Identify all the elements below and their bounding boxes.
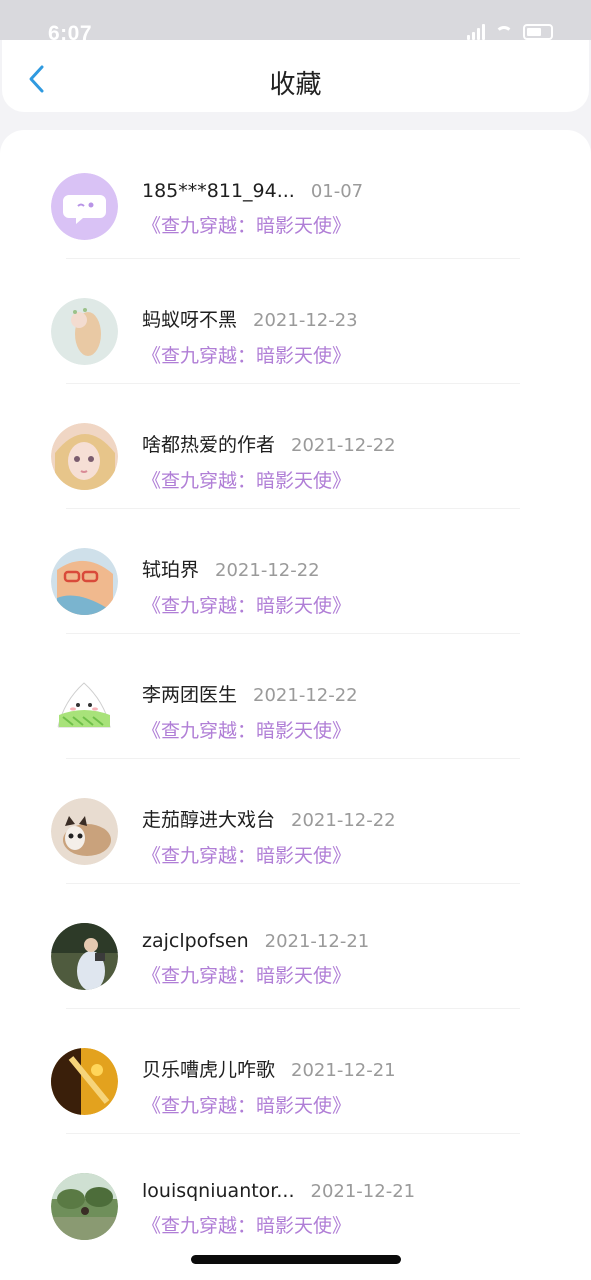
item-info: 蚂蚁呀不黑 2021-12-23 《查九穿越：暗影天使》 — [142, 305, 358, 368]
work-title: 《查九穿越：暗影天使》 — [142, 720, 352, 742]
avatar-image — [51, 423, 118, 490]
list-item[interactable]: 轼珀界 2021-12-22 《查九穿越：暗影天使》 — [0, 505, 591, 634]
list-item[interactable]: 走茄醇进大戏台 2021-12-22 《查九穿越：暗影天使》 — [0, 755, 591, 884]
list-item[interactable]: 贝乐嘈虎儿咋歌 2021-12-21 《查九穿越：暗影天使》 — [0, 1005, 591, 1134]
avatar-image — [51, 1173, 118, 1240]
user-name: 185***811_94... — [142, 180, 295, 202]
item-info: 贝乐嘈虎儿咋歌 2021-12-21 《查九穿越：暗影天使》 — [142, 1055, 396, 1118]
item-info: zajclpofsen 2021-12-21 《查九穿越：暗影天使》 — [142, 930, 369, 988]
item-date: 2021-12-22 — [215, 560, 320, 581]
avatar — [51, 548, 118, 615]
avatar — [51, 423, 118, 490]
list-item[interactable]: 185***811_94... 01-07 《查九穿越：暗影天使》 — [0, 130, 591, 259]
work-title: 《查九穿越：暗影天使》 — [142, 215, 352, 237]
avatar-image — [51, 923, 118, 990]
battery-icon — [523, 24, 553, 40]
user-name: 蚂蚁呀不黑 — [142, 309, 238, 331]
work-title: 《查九穿越：暗影天使》 — [142, 595, 352, 617]
item-date: 2021-12-21 — [264, 931, 370, 952]
user-name: louisqniuantor... — [142, 1180, 295, 1202]
item-info: 走茄醇进大戏台 2021-12-22 《查九穿越：暗影天使》 — [142, 805, 396, 868]
list-item[interactable]: louisqniuantor... 2021-12-21 《查九穿越：暗影天使》 — [0, 1130, 591, 1254]
list-item[interactable]: 啥都热爱的作者 2021-12-22 《查九穿越：暗影天使》 — [0, 380, 591, 509]
item-date: 01-07 — [310, 181, 364, 202]
user-name: 走茄醇进大戏台 — [142, 809, 276, 831]
item-date: 2021-12-22 — [291, 435, 396, 456]
home-indicator[interactable] — [191, 1255, 401, 1264]
item-info: 啥都热爱的作者 2021-12-22 《查九穿越：暗影天使》 — [142, 430, 396, 493]
item-info: 李两团医生 2021-12-22 《查九穿越：暗影天使》 — [142, 680, 358, 743]
user-name: 轼珀界 — [142, 559, 200, 581]
work-title: 《查九穿越：暗影天使》 — [142, 1215, 352, 1237]
user-name: 李两团医生 — [142, 684, 238, 706]
work-title: 《查九穿越：暗影天使》 — [142, 1095, 352, 1117]
user-name: 啥都热爱的作者 — [142, 434, 276, 456]
list-item[interactable]: 蚂蚁呀不黑 2021-12-23 《查九穿越：暗影天使》 — [0, 255, 591, 384]
avatar-image — [51, 1048, 118, 1115]
avatar-image — [51, 798, 118, 865]
list-item[interactable]: 李两团医生 2021-12-22 《查九穿越：暗影天使》 — [0, 630, 591, 759]
avatar — [51, 923, 118, 990]
user-name: 贝乐嘈虎儿咋歌 — [142, 1059, 276, 1081]
item-date: 2021-12-22 — [291, 810, 396, 831]
item-info: 轼珀界 2021-12-22 《查九穿越：暗影天使》 — [142, 555, 351, 618]
item-info: louisqniuantor... 2021-12-21 《查九穿越：暗影天使》 — [142, 1180, 415, 1238]
avatar — [51, 1048, 118, 1115]
avatar-image — [51, 673, 118, 740]
favorites-list: 185***811_94... 01-07 《查九穿越：暗影天使》 蚂蚁呀不黑 … — [0, 130, 591, 1280]
item-date: 2021-12-21 — [310, 1181, 416, 1202]
work-title: 《查九穿越：暗影天使》 — [142, 845, 352, 867]
work-title: 《查九穿越：暗影天使》 — [142, 470, 352, 492]
page-title: 收藏 — [269, 70, 322, 100]
nav-header: 收藏 — [2, 40, 589, 112]
work-title: 《查九穿越：暗影天使》 — [142, 965, 352, 987]
avatar — [51, 1173, 118, 1240]
work-title: 《查九穿越：暗影天使》 — [142, 345, 352, 367]
wifi-icon — [495, 26, 513, 40]
list-item[interactable]: zajclpofsen 2021-12-21 《查九穿越：暗影天使》 — [0, 880, 591, 1009]
item-date: 2021-12-23 — [253, 310, 358, 331]
avatar-image — [51, 548, 118, 615]
signal-icon — [467, 24, 485, 40]
status-icons — [467, 24, 553, 40]
avatar-image — [51, 298, 118, 365]
item-info: 185***811_94... 01-07 《查九穿越：暗影天使》 — [142, 180, 363, 238]
item-date: 2021-12-21 — [291, 1060, 396, 1081]
chat-bubble-icon — [51, 173, 118, 240]
user-name: zajclpofsen — [142, 930, 249, 952]
status-bar: 6:07 — [0, 0, 591, 45]
avatar — [51, 173, 118, 240]
avatar — [51, 798, 118, 865]
item-date: 2021-12-22 — [253, 685, 358, 706]
avatar — [51, 673, 118, 740]
avatar — [51, 298, 118, 365]
